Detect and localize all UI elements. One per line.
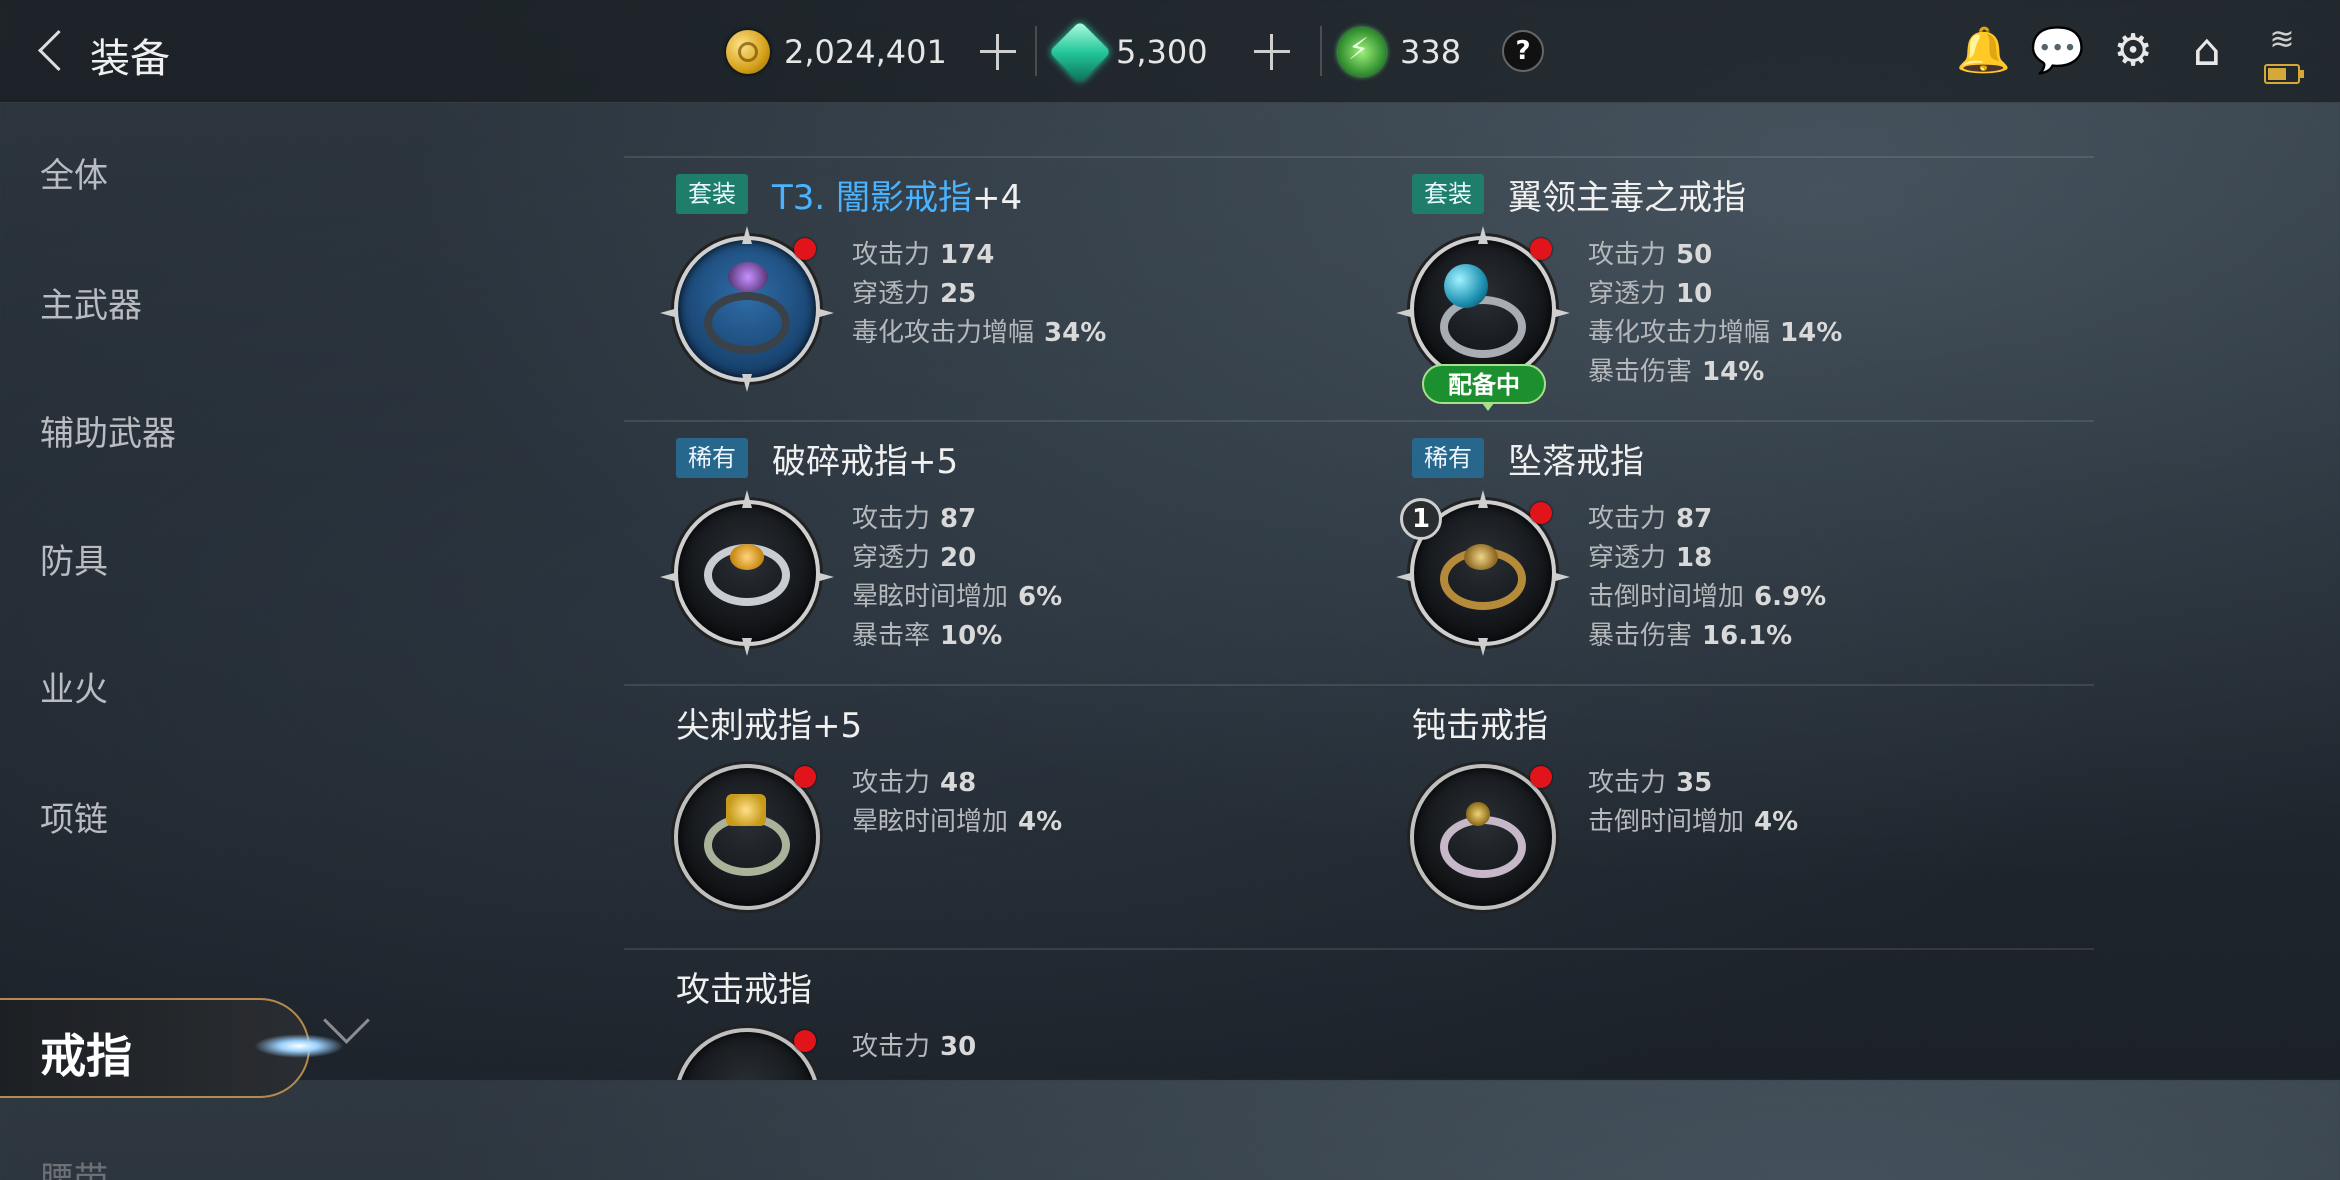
wifi-icon: ≋	[2269, 22, 2295, 57]
gold-currency: 2,024,401	[726, 22, 947, 82]
sidebar-item-belt[interactable]: 腰带	[40, 1152, 108, 1180]
item-name: 翼领主毒之戒指	[1508, 178, 1746, 218]
gold-amount: 2,024,401	[784, 33, 947, 71]
page-title: 装备	[90, 36, 170, 82]
sidebar-item-label: 戒指	[40, 1029, 132, 1083]
count-badge: 1	[1400, 498, 1442, 540]
gem-icon	[1048, 20, 1112, 84]
sidebar-item-main-weapon[interactable]: 主武器	[40, 278, 142, 327]
back-button[interactable]	[32, 24, 72, 80]
divider	[1035, 26, 1037, 76]
item-stats: 攻击力 87 穿透力 18 击倒时间增加 6.9% 暴击伤害 16.1%	[1588, 504, 1827, 651]
gem-currency: 5,300	[1048, 20, 1208, 84]
broken-ring-icon	[674, 490, 820, 646]
item-card[interactable]: 攻击戒指 攻击力 30	[624, 948, 1354, 1080]
equipped-tag: 配备中	[1422, 364, 1546, 411]
notification-dot	[1530, 766, 1552, 788]
rare-badge: 稀有	[1412, 438, 1484, 478]
item-name: 尖刺戒指+5	[676, 706, 863, 746]
category-sidebar: 全体 主武器 辅助武器 防具 业火 项链 戒指 腰带	[0, 102, 344, 1180]
item-name: 钝击戒指	[1412, 706, 1548, 746]
energy-currency: 338	[1338, 22, 1461, 82]
sidebar-item-armor[interactable]: 防具	[40, 534, 108, 583]
item-stats: 攻击力 48 晕眩时间增加 4%	[852, 768, 1063, 837]
item-stats: 攻击力 35 击倒时间增加 4%	[1588, 768, 1799, 837]
notification-dot	[1530, 502, 1552, 524]
sidebar-item-sub-weapon[interactable]: 辅助武器	[40, 406, 176, 455]
sidebar-item-all[interactable]: 全体	[40, 148, 108, 197]
item-name: 坠落戒指	[1508, 442, 1644, 482]
item-card[interactable]: 尖刺戒指+5 攻击力 48 晕眩时间增加 4%	[624, 684, 1354, 944]
chat-icon[interactable]: 💬	[2030, 24, 2085, 78]
item-name: 破碎戒指+5	[772, 442, 959, 482]
bell-icon[interactable]: 🔔	[1956, 24, 2011, 78]
set-badge: 套装	[676, 174, 748, 214]
item-stats: 攻击力 50 穿透力 10 毒化攻击力增幅 14% 暴击伤害 14%	[1588, 240, 1843, 387]
home-icon[interactable]: ⌂	[2180, 24, 2234, 78]
notification-dot	[794, 766, 816, 788]
sidebar-item-ring[interactable]: 戒指	[0, 998, 344, 1098]
item-stats: 攻击力 30	[852, 1032, 977, 1062]
item-card[interactable]: 套装 翼领主毒之戒指 配备中 攻击力 50 穿透力 10 毒化攻击力增幅 14% 暴击…	[1360, 156, 2090, 416]
notification-dot	[1530, 238, 1552, 260]
help-button[interactable]: ?	[1502, 30, 1544, 72]
add-gem-button[interactable]	[1244, 24, 1300, 80]
item-card[interactable]: 钝击戒指 攻击力 35 击倒时间增加 4%	[1360, 684, 2090, 944]
item-card[interactable]: 套装 T3. 闇影戒指+4 攻击力 174 穿透力 25 毒化攻击力增幅 34%	[624, 156, 1354, 416]
selection-spark-icon	[254, 1034, 344, 1058]
energy-amount: 338	[1400, 33, 1462, 71]
divider	[1320, 26, 1322, 76]
top-bar: 装备 2,024,401 5,300 338 ? 🔔 💬 ⚙ ⌂ ≋	[0, 0, 2340, 103]
notification-dot	[794, 238, 816, 260]
sidebar-item-karma[interactable]: 业火	[40, 662, 108, 711]
gem-amount: 5,300	[1116, 33, 1208, 71]
sidebar-item-necklace[interactable]: 项链	[40, 792, 108, 841]
item-card[interactable]: 稀有 坠落戒指 1 攻击力 87 穿透力 18 击倒时间增加 6.9% 暴击伤害 16.…	[1360, 420, 2090, 680]
set-badge: 套装	[1412, 174, 1484, 214]
gear-icon[interactable]: ⚙	[2106, 24, 2160, 78]
gold-coin-icon	[726, 30, 770, 74]
item-name: T3. 闇影戒指+4	[772, 178, 1023, 218]
item-stats: 攻击力 174 穿透力 25 毒化攻击力增幅 34%	[852, 240, 1107, 348]
item-card[interactable]: 稀有 破碎戒指+5 攻击力 87 穿透力 20 晕眩时间增加 6% 暴击率 10%	[624, 420, 1354, 680]
notification-dot	[794, 1030, 816, 1052]
item-name: 攻击戒指	[676, 970, 812, 1010]
add-gold-button[interactable]	[970, 24, 1026, 80]
rare-badge: 稀有	[676, 438, 748, 478]
item-stats: 攻击力 87 穿透力 20 晕眩时间增加 6% 暴击率 10%	[852, 504, 1063, 651]
battery-icon	[2264, 64, 2304, 84]
energy-icon	[1338, 28, 1386, 76]
